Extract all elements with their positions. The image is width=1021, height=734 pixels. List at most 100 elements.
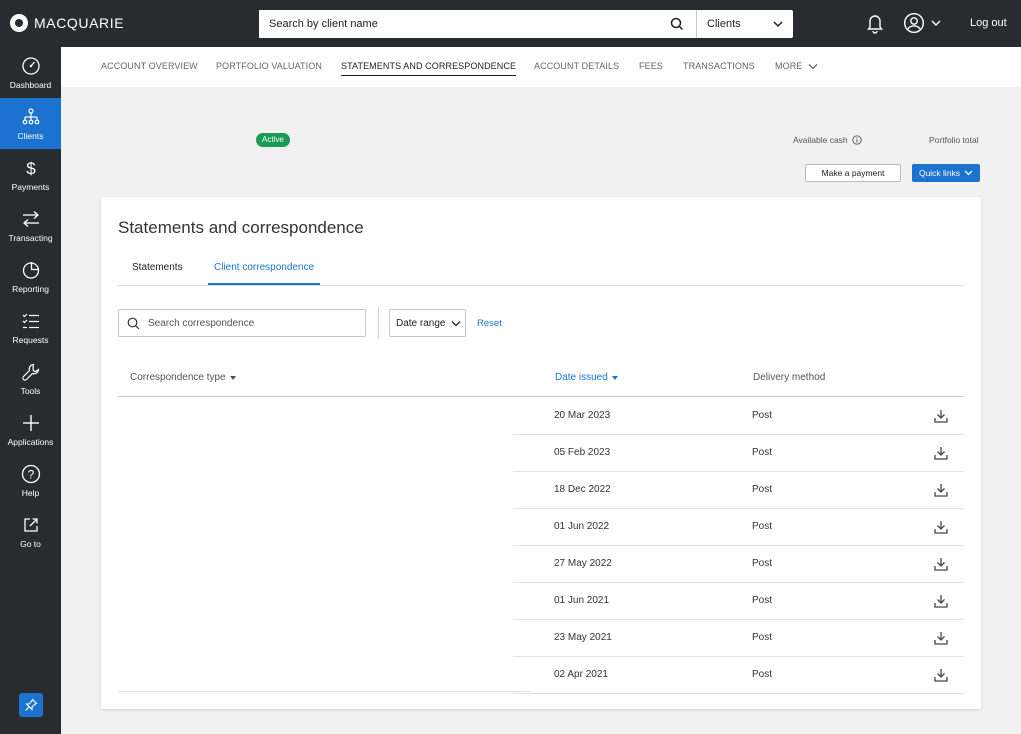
statements-card: Statements and correspondence Statements… [101, 197, 981, 709]
dollar-icon: $ [26, 159, 36, 178]
sidebar-item-payments[interactable]: $ Payments [0, 149, 61, 200]
table-row: 18 Dec 2022 Post [513, 472, 964, 509]
sidebar-item-tools[interactable]: Tools [0, 353, 61, 404]
search-scope-value: Clients [707, 18, 741, 30]
user-menu[interactable] [903, 12, 941, 34]
subtab-statements[interactable]: Statements [132, 262, 183, 273]
tab-account-details[interactable]: ACCOUNT DETAILS [534, 61, 619, 71]
chevron-down-icon [452, 320, 461, 326]
brand-logo[interactable]: MACQUARIE [10, 14, 124, 32]
tab-account-overview[interactable]: ACCOUNT OVERVIEW [101, 61, 198, 71]
sidebar-item-applications[interactable]: Applications [0, 404, 61, 455]
table-row: 01 Jun 2021 Post [513, 583, 964, 620]
chevron-down-icon [964, 170, 973, 176]
search-icon[interactable] [669, 16, 685, 32]
delivery-method-cell: Post [752, 484, 773, 495]
tab-more[interactable]: MORE [775, 61, 818, 71]
quick-links-button[interactable]: Quick links [912, 164, 980, 182]
download-icon[interactable] [933, 408, 949, 424]
column-correspondence-type[interactable]: Correspondence type [130, 372, 236, 383]
tab-more-label: MORE [775, 61, 803, 71]
sidebar-item-label: Go to [20, 538, 41, 549]
sidebar-item-label: Dashboard [9, 79, 52, 90]
reset-link[interactable]: Reset [477, 318, 502, 329]
correspondence-search [118, 309, 366, 337]
sidebar-item-label: Applications [7, 436, 54, 447]
sidebar-item-requests[interactable]: Requests [0, 302, 61, 353]
download-icon[interactable] [933, 630, 949, 646]
client-search-input[interactable] [259, 10, 697, 38]
portfolio-total-label: Portfolio total [929, 135, 979, 145]
date-issued-cell: 01 Jun 2021 [554, 595, 610, 606]
question-icon: ? [21, 464, 40, 483]
sidebar-item-label: Help [21, 487, 40, 498]
column-label: Date issued [555, 372, 608, 383]
search-icon [127, 317, 140, 329]
download-icon[interactable] [933, 556, 949, 572]
column-delivery-method: Delivery method [753, 372, 826, 383]
delivery-method-cell: Post [752, 595, 773, 606]
table-row: 02 Apr 2021 Post [513, 657, 964, 694]
download-icon[interactable] [933, 445, 949, 461]
search-scope-select[interactable]: Clients [697, 10, 793, 38]
tab-transactions[interactable]: TRANSACTIONS [683, 61, 755, 71]
table-row: 01 Jun 2022 Post [513, 509, 964, 546]
date-issued-cell: 05 Feb 2023 [554, 447, 611, 458]
table-bottom-divider [118, 691, 530, 692]
sort-caret-icon [229, 375, 236, 380]
sidebar-item-help[interactable]: ? Help [0, 455, 61, 506]
pie-chart-icon [22, 261, 39, 279]
logout-link[interactable]: Log out [970, 17, 1007, 29]
date-issued-cell: 18 Dec 2022 [554, 484, 611, 495]
table-row: 20 Mar 2023 Post [513, 398, 964, 435]
sidebar-item-transacting[interactable]: Transacting [0, 200, 61, 251]
brand-name: MACQUARIE [34, 15, 125, 31]
tab-fees[interactable]: FEES [639, 61, 663, 71]
chevron-down-icon [931, 20, 941, 26]
correspondence-search-input[interactable] [148, 317, 348, 329]
download-icon[interactable] [933, 519, 949, 535]
top-bar: MACQUARIE Clients Log out [0, 0, 1021, 47]
column-label: Correspondence type [130, 372, 226, 383]
user-avatar-icon [903, 12, 925, 34]
pin-button[interactable] [19, 693, 43, 717]
download-icon[interactable] [933, 667, 949, 683]
table-row: 27 May 2022 Post [513, 546, 964, 583]
download-icon[interactable] [933, 593, 949, 609]
quick-links-label: Quick links [918, 168, 961, 178]
info-icon[interactable] [852, 135, 862, 145]
delivery-method-cell: Post [752, 447, 773, 458]
download-icon[interactable] [933, 482, 949, 498]
sidebar-item-reporting[interactable]: Reporting [0, 251, 61, 302]
subtab-client-correspondence[interactable]: Client correspondence [208, 262, 321, 285]
date-range-select[interactable]: Date range [389, 309, 466, 337]
checklist-icon [22, 313, 39, 328]
date-range-label: Date range [396, 317, 446, 329]
make-payment-button[interactable]: Make a payment [805, 164, 901, 182]
sidebar-item-label: Reporting [12, 283, 49, 294]
date-issued-cell: 02 Apr 2021 [554, 669, 608, 680]
chevron-down-icon [773, 21, 783, 28]
filter-divider [378, 307, 379, 339]
tab-portfolio-valuation[interactable]: PORTFOLIO VALUATION [216, 61, 322, 71]
sidebar-item-goto[interactable]: Go to [0, 506, 61, 557]
sidebar-item-clients[interactable]: Clients [0, 98, 61, 149]
available-cash: Available cash [793, 135, 862, 145]
transfer-arrows-icon [22, 210, 39, 227]
sidebar-item-dashboard[interactable]: Dashboard [0, 47, 61, 98]
delivery-method-cell: Post [752, 558, 773, 569]
pin-icon [25, 698, 38, 711]
account-tab-nav: ACCOUNT OVERVIEW PORTFOLIO VALUATION STA… [61, 47, 1021, 87]
column-date-issued[interactable]: Date issued [555, 372, 618, 383]
gauge-icon [21, 56, 40, 75]
svg-text:$: $ [26, 159, 36, 178]
table-row: 05 Feb 2023 Post [513, 435, 964, 472]
bell-icon[interactable] [866, 12, 884, 34]
date-issued-cell: 23 May 2021 [554, 632, 612, 643]
date-issued-cell: 20 Mar 2023 [554, 410, 611, 421]
sidebar-item-label: Transacting [8, 232, 53, 243]
delivery-method-cell: Post [752, 521, 773, 532]
tab-statements-and-correspondence[interactable]: STATEMENTS AND CORRESPONDENCE [341, 61, 517, 76]
wrench-icon [21, 363, 39, 381]
table-row: 23 May 2021 Post [513, 620, 964, 657]
